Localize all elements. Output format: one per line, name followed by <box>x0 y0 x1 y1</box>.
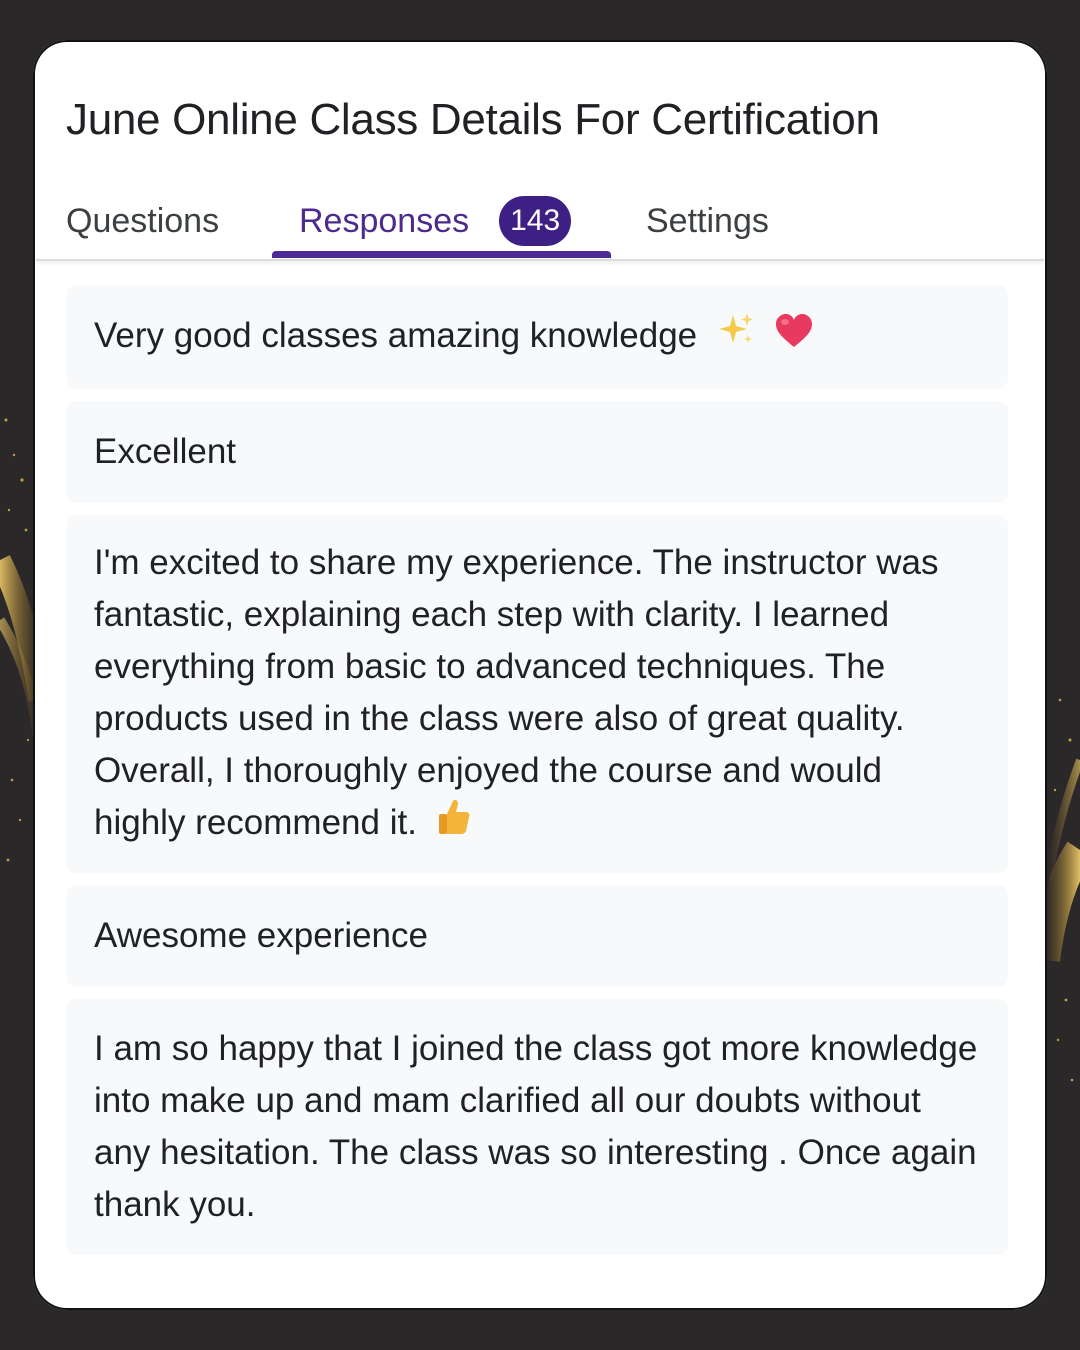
tab-settings[interactable]: Settings <box>646 195 769 247</box>
response-item: Awesome experience <box>66 885 1008 987</box>
form-card: June Online Class Details For Certificat… <box>33 40 1047 1310</box>
form-title: June Online Class Details For Certificat… <box>66 95 880 144</box>
tab-responses[interactable]: Responses 143 <box>299 195 572 247</box>
response-text: Awesome experience <box>94 916 428 955</box>
responses-list: Very good classes amazing knowledge Exce… <box>66 285 1008 1267</box>
sparkles-icon <box>717 311 755 364</box>
responses-count-badge: 143 <box>499 196 572 246</box>
response-item: I'm excited to share my experience. The … <box>66 515 1008 873</box>
response-item: Very good classes amazing knowledge <box>66 285 1008 389</box>
response-text: Very good classes amazing knowledge <box>94 315 698 355</box>
tab-settings-label: Settings <box>646 201 769 240</box>
tab-questions[interactable]: Questions <box>66 195 219 247</box>
heart-icon <box>775 312 813 364</box>
tab-questions-label: Questions <box>66 201 220 240</box>
tabs-divider <box>36 259 1044 261</box>
response-text: Excellent <box>94 432 237 471</box>
response-text: I am so happy that I joined the class go… <box>94 1029 978 1224</box>
tab-responses-label: Responses <box>299 201 470 240</box>
response-text: I'm excited to share my experience. The … <box>94 542 939 842</box>
active-tab-indicator <box>272 251 611 258</box>
response-item: I am so happy that I joined the class go… <box>66 999 1008 1255</box>
thumbs-up-icon <box>437 798 471 851</box>
response-item: Excellent <box>66 401 1008 503</box>
